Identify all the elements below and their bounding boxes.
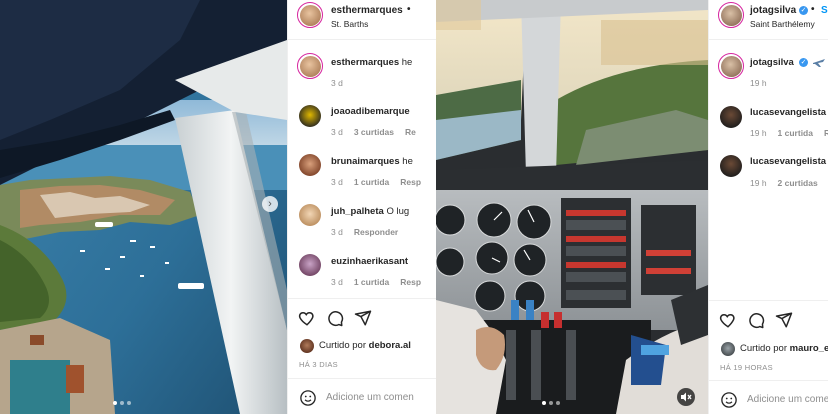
comment-username[interactable]: joaoadibemarque [331, 106, 410, 117]
share-icon[interactable] [775, 311, 793, 329]
post-location[interactable]: Saint Barthélemy [750, 19, 815, 29]
heart-icon[interactable] [298, 309, 316, 327]
liked-by-text[interactable]: Curtido por mauro_e [740, 343, 828, 354]
carousel-dots [113, 401, 131, 405]
avatar[interactable] [299, 204, 321, 226]
emoji-icon[interactable] [720, 391, 738, 409]
comment-icon[interactable] [326, 309, 344, 327]
separator-dot: • [811, 4, 815, 15]
emoji-icon[interactable] [299, 389, 317, 407]
verified-badge-icon: ✓ [799, 58, 808, 67]
avatar[interactable] [299, 254, 321, 276]
post2-video[interactable] [436, 0, 708, 414]
reply-button[interactable]: R [824, 128, 828, 138]
comment-meta: 3 d Responder [331, 227, 399, 237]
comment-meta: 3 d1 curtida Resp [331, 177, 422, 187]
post-location[interactable]: St. Barths [331, 19, 368, 29]
add-comment-row: Adicione um comen [288, 378, 436, 414]
comment-icon[interactable] [747, 311, 765, 329]
follow-button[interactable]: S [821, 5, 828, 16]
comment-meta: 3 d3 curtidas Re [331, 127, 416, 137]
comment-meta: 19 h2 curtidas [750, 178, 818, 188]
comment-username[interactable]: euzinhaerikasant [331, 256, 408, 267]
comment-username[interactable]: juh_palheta O lug [331, 206, 409, 217]
reply-button[interactable]: Resp [400, 177, 421, 187]
add-comment-row: Adicione um come [709, 380, 828, 414]
avatar[interactable] [297, 2, 323, 28]
comment-username[interactable]: brunaimarques he [331, 156, 413, 167]
avatar[interactable] [297, 53, 323, 79]
liked-by-text[interactable]: Curtido por debora.al [319, 340, 411, 351]
post-time-ago: HÁ 19 HORAS [720, 363, 773, 372]
post1-panel: esthermarques • St. Barths esthermarques… [287, 0, 436, 414]
post1-actions: Curtido por debora.al HÁ 3 DIAS [288, 298, 436, 378]
add-comment-input[interactable]: Adicione um come [747, 394, 828, 405]
avatar[interactable] [718, 2, 744, 28]
post-author-username[interactable]: jotagsilva [750, 5, 796, 16]
comment-meta: 3 d1 curtida Resp [331, 277, 422, 287]
comment-username[interactable]: jotagsilva [750, 57, 794, 68]
add-comment-input[interactable]: Adicione um comen [326, 392, 414, 403]
comment-meta: 3 d [331, 78, 343, 88]
comment-username[interactable]: lucasevangelista [750, 156, 826, 167]
verified-badge-icon: ✓ [799, 6, 808, 15]
heart-icon[interactable] [719, 311, 737, 329]
instagram-screens: › esthermarques • St. Barths esthermarqu… [0, 0, 828, 414]
avatar[interactable] [718, 53, 744, 79]
avatar[interactable] [300, 339, 314, 353]
post-time-ago: HÁ 3 DIAS [299, 360, 338, 369]
comment-meta: 19 h [750, 78, 767, 88]
comment-username[interactable]: lucasevangelista [750, 107, 826, 118]
carousel-dots [542, 401, 560, 405]
comment-meta: 19 h1 curtidaR [750, 128, 828, 138]
airplane-emoji-icon [813, 59, 825, 67]
avatar[interactable] [720, 155, 742, 177]
reply-button[interactable]: Re [405, 127, 416, 137]
comment-username[interactable]: esthermarques he [331, 57, 412, 68]
mute-button[interactable] [677, 388, 695, 406]
post2-header: jotagsilva ✓ • S Saint Barthélemy [709, 0, 828, 40]
next-photo-button[interactable]: › [262, 196, 278, 212]
reply-button[interactable]: Resp [400, 277, 421, 287]
post2-actions: Curtido por mauro_e HÁ 19 HORAS [709, 300, 828, 380]
avatar[interactable] [721, 342, 735, 356]
reply-button[interactable]: Responder [354, 227, 398, 237]
post1-header: esthermarques • St. Barths [288, 0, 436, 40]
post-author-username[interactable]: esthermarques [331, 5, 403, 16]
post2-panel: jotagsilva ✓ • S Saint Barthélemy jotags… [708, 0, 828, 414]
mute-icon [681, 392, 692, 402]
share-icon[interactable] [354, 309, 372, 327]
post1-photo[interactable]: › [0, 0, 287, 414]
avatar[interactable] [299, 154, 321, 176]
avatar[interactable] [299, 105, 321, 127]
separator-dot: • [407, 4, 411, 15]
avatar[interactable] [720, 106, 742, 128]
